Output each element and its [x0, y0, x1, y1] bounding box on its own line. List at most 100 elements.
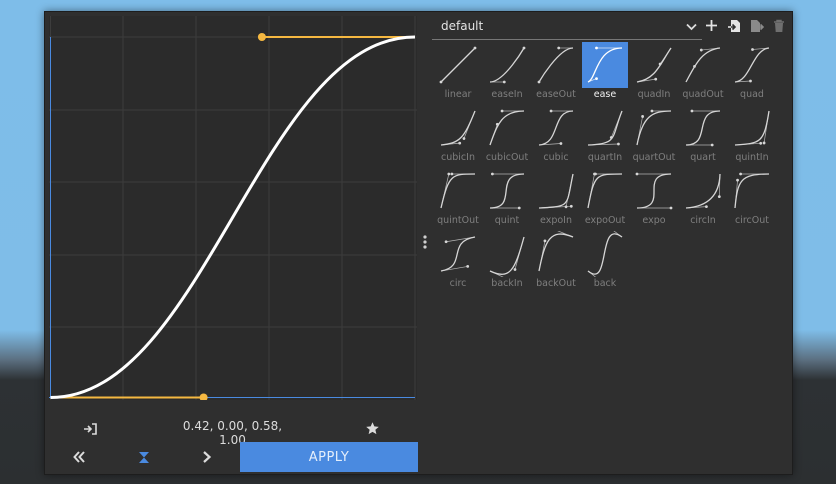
preset-item-backOut[interactable]: backOut	[533, 231, 579, 289]
preset-item-cubicOut[interactable]: cubicOut	[484, 105, 530, 163]
preset-item-quart[interactable]: quart	[680, 105, 726, 163]
preset-control-dot-1	[759, 141, 763, 145]
preset-item-circIn[interactable]: circIn	[680, 168, 726, 226]
preset-curve	[685, 173, 721, 209]
preset-control-dot-1	[439, 80, 443, 84]
preset-thumbnail	[538, 231, 574, 272]
bezier-graph-canvas[interactable]	[49, 16, 417, 400]
preset-item-quad[interactable]: quad	[729, 42, 775, 100]
drag-handle-icon[interactable]	[422, 234, 428, 250]
preset-handle-lines	[587, 173, 622, 209]
preset-label: quad	[740, 89, 764, 100]
star-icon[interactable]	[365, 421, 380, 436]
preset-control-dot-1	[495, 122, 499, 126]
preset-item-quintIn[interactable]: quintIn	[729, 105, 775, 163]
preset-thumbnail	[489, 172, 525, 210]
preset-item-quint[interactable]: quint	[484, 168, 530, 226]
preset-item-easeIn[interactable]: easeIn	[484, 42, 530, 100]
preset-control-dot-2	[751, 48, 754, 51]
plus-icon[interactable]	[705, 19, 718, 32]
preset-item-circOut[interactable]: circOut	[729, 168, 775, 226]
preset-control-dot-2	[557, 46, 561, 50]
preset-handle-lines	[490, 173, 524, 209]
hourglass-icon[interactable]	[138, 451, 150, 464]
preset-curve	[636, 47, 672, 83]
preset-thumbnail	[440, 110, 476, 146]
preset-item-circ[interactable]: circ	[435, 231, 481, 289]
chevron-down-icon[interactable]	[686, 23, 697, 31]
preset-curve	[587, 110, 623, 146]
preset-control-dot-2	[717, 195, 721, 199]
preset-item-expo[interactable]: expo	[631, 168, 677, 226]
preset-item-linear[interactable]: linear	[435, 42, 481, 100]
preset-thumbnail	[734, 47, 770, 83]
preset-control-dot-1	[693, 64, 696, 68]
preset-item-quintOut[interactable]: quintOut	[435, 168, 481, 226]
preset-control-dot-2	[739, 172, 743, 176]
bezier-graph[interactable]	[49, 16, 417, 400]
chevron-double-left-icon[interactable]	[73, 451, 85, 463]
preset-curve	[685, 110, 721, 146]
preset-label: quintIn	[735, 152, 769, 163]
preset-control-dot-2	[513, 268, 517, 271]
preset-item-back[interactable]: back	[582, 231, 628, 289]
import-icon[interactable]	[727, 19, 741, 33]
preset-thumbnail	[636, 109, 672, 146]
preset-curve	[440, 173, 476, 209]
preset-item-ease[interactable]: ease	[582, 42, 628, 100]
preset-handle-lines	[636, 47, 672, 83]
paste-in-icon[interactable]	[83, 422, 97, 436]
preset-curve	[538, 110, 574, 146]
preset-handle-lines	[538, 173, 574, 209]
trash-icon[interactable]	[773, 19, 785, 33]
chevron-right-icon[interactable]	[202, 451, 212, 463]
preset-handle-lines	[587, 47, 622, 83]
preset-item-quadIn[interactable]: quadIn	[631, 42, 677, 100]
preset-handle-lines	[734, 110, 770, 146]
preset-control-dot-2	[549, 109, 553, 113]
preset-item-cubic[interactable]: cubic	[533, 105, 579, 163]
preset-control-dot-2	[444, 240, 448, 244]
preset-control-dot-1	[654, 77, 658, 81]
preset-handle-lines	[489, 236, 525, 277]
preset-item-cubicIn[interactable]: cubicIn	[435, 105, 481, 163]
preset-item-expoOut[interactable]: expoOut	[582, 168, 628, 226]
preset-thumbnail	[635, 172, 673, 210]
preset-thumbnail	[538, 173, 574, 209]
preset-curve	[685, 47, 721, 83]
preset-handle-lines	[686, 110, 720, 146]
preset-item-quartIn[interactable]: quartIn	[582, 105, 628, 163]
preset-control-dot-1	[458, 141, 462, 145]
preset-curve	[489, 110, 525, 146]
preset-item-backIn[interactable]: backIn	[484, 231, 530, 289]
preset-control-dot-2	[522, 46, 526, 50]
preset-control-dot-1	[595, 77, 598, 80]
control-point-1[interactable]	[199, 393, 208, 401]
preset-control-dot-1	[736, 178, 739, 182]
editor-navigation: APPLY	[45, 442, 420, 474]
preset-handle-lines	[734, 173, 769, 209]
preset-label: back	[593, 278, 617, 289]
preset-item-quadOut[interactable]: quadOut	[680, 42, 726, 100]
preset-curve	[440, 47, 476, 83]
export-icon[interactable]	[750, 19, 764, 33]
preset-control-dot-2	[699, 48, 703, 52]
preset-item-easeOut[interactable]: easeOut	[533, 42, 579, 100]
preset-handle-lines	[685, 47, 721, 83]
preset-item-expoIn[interactable]: expoIn	[533, 168, 579, 226]
preset-dropdown[interactable]: default	[432, 16, 702, 40]
preset-item-quartOut[interactable]: quartOut	[631, 105, 677, 163]
preset-curve	[489, 173, 525, 209]
preset-handle-lines	[587, 231, 623, 277]
preset-control-dot-1	[517, 206, 521, 210]
preset-control-dot-2	[594, 172, 597, 176]
curve-editor-panel: 0.42, 0.00, 0.58, 1.00 APPLY default lin…	[44, 11, 793, 475]
preset-control-dot-2	[500, 109, 504, 113]
control-point-2[interactable]	[257, 33, 266, 41]
preset-curve	[587, 47, 623, 83]
preset-thumbnail	[489, 236, 525, 277]
preset-curve	[538, 233, 574, 272]
bezier-curve	[50, 35, 416, 399]
preset-curve	[587, 173, 623, 209]
apply-button[interactable]: APPLY	[240, 442, 418, 472]
